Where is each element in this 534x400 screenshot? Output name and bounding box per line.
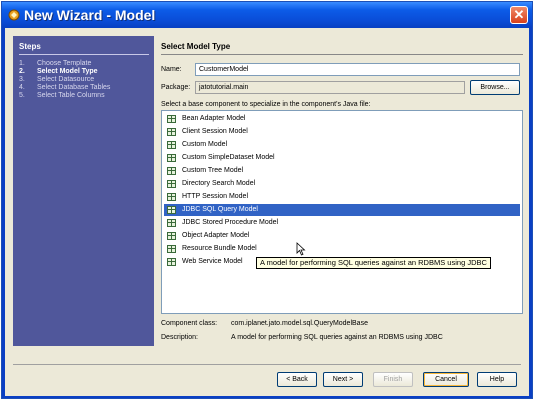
description-label: Description: <box>161 334 198 341</box>
title-bar[interactable]: New Wizard - Model ✕ <box>2 2 532 28</box>
list-item-label: JDBC Stored Procedure Model <box>182 219 279 226</box>
component-icon <box>167 115 176 123</box>
step-number: 4. <box>19 84 25 91</box>
list-item-label: HTTP Session Model <box>182 193 249 200</box>
component-icon <box>167 232 176 240</box>
steps-divider <box>19 54 149 55</box>
package-label: Package: <box>161 84 191 91</box>
wizard-body: Steps 1. Choose Template 2. Select Model T… <box>5 28 529 396</box>
step-select-table-columns: 5. Select Table Columns <box>19 92 105 99</box>
list-item[interactable]: JDBC Stored Procedure Model <box>164 217 520 229</box>
button-divider <box>13 364 521 365</box>
step-label: Select Table Columns <box>37 92 105 99</box>
list-item-label: Object Adapter Model <box>182 232 250 239</box>
component-icon <box>167 258 176 266</box>
list-item[interactable]: Resource Bundle Model <box>164 243 520 255</box>
list-item-selected[interactable]: JDBC SQL Query Model <box>164 204 520 216</box>
component-icon <box>167 219 176 227</box>
component-icon <box>167 206 176 214</box>
component-list[interactable]: Bean Adapter Model Client Session Model … <box>161 110 523 314</box>
list-item-label: Web Service Model <box>182 258 243 265</box>
window-title: New Wizard - Model <box>24 7 156 23</box>
help-button[interactable]: Help <box>477 372 517 387</box>
step-label: Select Database Tables <box>37 84 111 91</box>
step-number: 5. <box>19 92 25 99</box>
component-icon <box>167 180 176 188</box>
step-label: Select Datasource <box>37 76 95 83</box>
section-divider <box>161 54 523 55</box>
step-label: Choose Template <box>37 60 92 67</box>
name-label: Name: <box>161 66 182 73</box>
component-class-value: com.iplanet.jato.model.sql.QueryModelBas… <box>231 320 368 327</box>
list-caption: Select a base component to specialize in… <box>161 101 371 108</box>
list-item-label: Client Session Model <box>182 128 248 135</box>
step-number: 1. <box>19 60 25 67</box>
description-value: A model for performing SQL queries again… <box>231 334 443 341</box>
back-button[interactable]: < Back <box>277 372 317 387</box>
component-icon <box>167 154 176 162</box>
main-panel: Select Model Type Name: CustomerModel Pa… <box>155 36 527 346</box>
package-field: jatotutorial.main <box>195 81 465 94</box>
step-select-model-type: 2. Select Model Type <box>19 68 98 75</box>
component-icon <box>167 193 176 201</box>
name-field[interactable]: CustomerModel <box>195 63 520 76</box>
list-item[interactable]: Custom Model <box>164 139 520 151</box>
list-item-label: Resource Bundle Model <box>182 245 257 252</box>
step-select-database-tables: 4. Select Database Tables <box>19 84 110 91</box>
step-select-datasource: 3. Select Datasource <box>19 76 94 83</box>
list-item-label: Directory Search Model <box>182 180 256 187</box>
step-label: Select Model Type <box>37 68 98 75</box>
list-item[interactable]: Bean Adapter Model <box>164 113 520 125</box>
list-item[interactable]: Object Adapter Model <box>164 230 520 242</box>
list-item-label: Custom Model <box>182 141 228 148</box>
close-button[interactable]: ✕ <box>510 6 528 24</box>
tooltip: A model for performing SQL queries again… <box>256 257 491 269</box>
browse-button[interactable]: Browse... <box>470 80 520 95</box>
steps-panel: Steps 1. Choose Template 2. Select Model T… <box>13 36 154 346</box>
list-item[interactable]: Custom SimpleDataset Model <box>164 152 520 164</box>
list-item[interactable]: Directory Search Model <box>164 178 520 190</box>
component-class-label: Component class: <box>161 320 218 327</box>
list-item[interactable]: Client Session Model <box>164 126 520 138</box>
list-item-label: Custom SimpleDataset Model <box>182 154 275 161</box>
cancel-button[interactable]: Cancel <box>423 372 469 387</box>
list-item-label: Bean Adapter Model <box>182 115 246 122</box>
step-number: 2. <box>19 68 25 75</box>
next-button[interactable]: Next > <box>323 372 363 387</box>
list-item[interactable]: Custom Tree Model <box>164 165 520 177</box>
component-icon <box>167 167 176 175</box>
close-icon: ✕ <box>513 7 525 22</box>
step-number: 3. <box>19 76 25 83</box>
finish-button: Finish <box>373 372 413 387</box>
list-item-label: Custom Tree Model <box>182 167 244 174</box>
wizard-icon <box>8 9 20 21</box>
step-choose-template: 1. Choose Template <box>19 60 91 67</box>
list-item[interactable]: HTTP Session Model <box>164 191 520 203</box>
steps-title: Steps <box>19 42 41 51</box>
section-title: Select Model Type <box>161 42 231 51</box>
component-icon <box>167 245 176 253</box>
list-item-label: JDBC SQL Query Model <box>182 206 258 213</box>
mouse-cursor-icon <box>296 242 306 256</box>
wizard-window: New Wizard - Model ✕ Steps 1. Choose Temp… <box>1 1 533 399</box>
component-icon <box>167 141 176 149</box>
component-icon <box>167 128 176 136</box>
